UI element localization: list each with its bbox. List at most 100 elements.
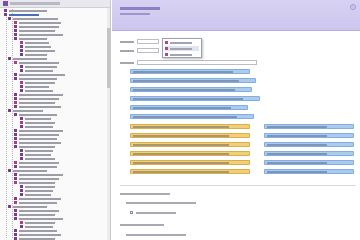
tree-item[interactable] [14, 105, 61, 108]
tree-item[interactable] [20, 189, 53, 192]
tree-panel [0, 0, 111, 240]
blue-block[interactable] [130, 105, 248, 110]
tree-item[interactable] [14, 177, 59, 180]
blue-block[interactable] [264, 142, 354, 147]
folder-icon [14, 77, 17, 80]
dropdown-option[interactable] [165, 46, 199, 51]
dropdown-option[interactable] [165, 52, 199, 57]
form-label [120, 49, 134, 52]
form-field[interactable] [137, 39, 159, 44]
tree-item[interactable] [14, 161, 59, 164]
tree-item[interactable] [20, 49, 55, 52]
blue-block[interactable] [264, 133, 354, 138]
tree-item[interactable] [14, 213, 55, 216]
gold-block[interactable] [130, 142, 250, 147]
tree-item[interactable] [14, 97, 59, 100]
tree-item[interactable] [20, 53, 47, 56]
tree-item[interactable] [14, 137, 57, 140]
tree-item[interactable] [14, 165, 57, 168]
tree-item[interactable] [14, 133, 59, 136]
tree-item[interactable] [20, 45, 51, 48]
tree-item-label [19, 113, 57, 116]
tree-item[interactable] [14, 93, 63, 96]
tree-item[interactable] [4, 13, 39, 16]
tree-item[interactable] [14, 201, 57, 204]
tree-item[interactable] [20, 193, 51, 196]
tree-item[interactable] [20, 69, 53, 72]
tree-item[interactable] [14, 33, 63, 36]
gold-block[interactable] [130, 151, 250, 156]
tree-item[interactable] [14, 25, 59, 28]
tree-item[interactable] [8, 57, 47, 60]
tree-item[interactable] [14, 141, 61, 144]
folder-icon [14, 101, 17, 104]
tree-item[interactable] [14, 29, 55, 32]
tree-item[interactable] [14, 145, 55, 148]
detail-row [120, 191, 170, 196]
tree-item[interactable] [14, 77, 57, 80]
checkbox[interactable] [130, 211, 133, 214]
tree-item[interactable] [20, 117, 51, 120]
blue-block[interactable] [130, 96, 260, 101]
tree-item[interactable] [14, 229, 57, 232]
tree-item[interactable] [20, 157, 55, 160]
main-area [112, 0, 360, 240]
blue-block[interactable] [264, 124, 354, 129]
tree-item[interactable] [14, 73, 65, 76]
tree-item[interactable] [14, 37, 47, 40]
tree-item[interactable] [20, 225, 53, 228]
tree-item[interactable] [8, 109, 43, 112]
tree-item[interactable] [20, 221, 55, 224]
tree-item[interactable] [14, 217, 63, 220]
tree-item[interactable] [4, 9, 47, 12]
folder-icon [14, 201, 17, 204]
tree-item[interactable] [20, 89, 53, 92]
tree-item[interactable] [8, 205, 47, 208]
folder-icon [20, 125, 23, 128]
gold-block[interactable] [130, 160, 250, 165]
tree-item[interactable] [20, 41, 49, 44]
tree-item[interactable] [20, 125, 53, 128]
tree-item[interactable] [14, 21, 61, 24]
blue-block-row [130, 87, 252, 92]
scroll-thumb[interactable] [107, 28, 110, 88]
tree-item[interactable] [14, 209, 59, 212]
form-field[interactable] [137, 48, 159, 53]
dropdown-option[interactable] [165, 40, 199, 45]
tree-item[interactable] [14, 61, 59, 64]
blue-block[interactable] [130, 114, 254, 119]
tree-item[interactable] [14, 197, 61, 200]
gold-block[interactable] [130, 133, 250, 138]
gold-block[interactable] [130, 169, 250, 174]
tree-item[interactable] [20, 81, 55, 84]
folder-icon [20, 225, 23, 228]
form-field[interactable] [137, 60, 257, 65]
gold-block[interactable] [130, 124, 250, 129]
tree-item[interactable] [14, 233, 61, 236]
folder-icon [14, 173, 17, 176]
tree-item[interactable] [20, 185, 55, 188]
tree-item[interactable] [14, 181, 55, 184]
tree-scrollbar[interactable] [107, 8, 110, 240]
blue-block[interactable] [130, 69, 250, 74]
tree-item[interactable] [14, 173, 63, 176]
tree-item-label [13, 17, 58, 20]
blue-block[interactable] [130, 87, 252, 92]
blue-block[interactable] [130, 78, 256, 83]
tree-item[interactable] [8, 169, 47, 172]
tree-item[interactable] [14, 129, 63, 132]
folder-icon [14, 165, 17, 168]
tree-item[interactable] [20, 149, 53, 152]
dropdown-menu[interactable] [162, 38, 202, 58]
close-icon[interactable] [350, 4, 356, 10]
tree-item[interactable] [20, 121, 55, 124]
blue-block[interactable] [264, 160, 354, 165]
tree-item[interactable] [8, 17, 58, 20]
blue-block[interactable] [264, 151, 354, 156]
blue-block[interactable] [264, 169, 354, 174]
tree-item[interactable] [14, 101, 55, 104]
tree-item[interactable] [20, 85, 49, 88]
tree-item[interactable] [14, 113, 57, 116]
tree-item[interactable] [20, 65, 57, 68]
tree-item[interactable] [20, 153, 51, 156]
